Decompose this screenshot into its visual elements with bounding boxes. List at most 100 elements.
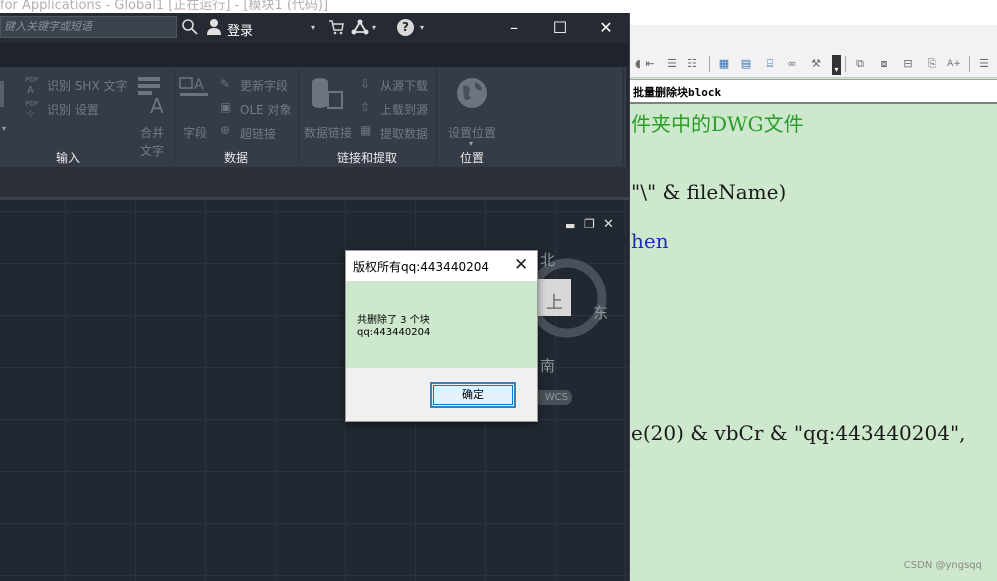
panel-separator xyxy=(298,69,299,163)
edit-icon-1[interactable]: ⧉ xyxy=(853,58,867,70)
title-bar: 键入关键字或短语 登录 ▾ ▾ ? ▾ – ☐ ✕ xyxy=(0,13,629,43)
import-icon[interactable] xyxy=(0,81,4,107)
font-size-icon[interactable]: A+ xyxy=(947,58,961,70)
ribbon: ▾ PDF A 识别 SHX 文字 PDF ⊹ 识别 设置 A 合并 文字 输入… xyxy=(0,67,626,167)
edit-icon-3[interactable]: ⊟ xyxy=(901,58,915,70)
chevron-down-icon[interactable]: ▾ xyxy=(372,23,376,32)
panel-title-link-extract: 链接和提取 xyxy=(337,151,398,165)
document-tab-strip xyxy=(0,167,629,197)
help-icon[interactable]: ? xyxy=(397,19,414,36)
field-icon[interactable]: A xyxy=(179,75,211,117)
vba-window-title: for Applications - Global1 [正在运行] - [模块1… xyxy=(0,0,329,13)
maximize-button[interactable]: ☐ xyxy=(537,13,583,43)
edit-icon-4[interactable]: ⎘ xyxy=(925,58,939,70)
combine-text-icon[interactable]: A xyxy=(136,75,170,115)
recognize-shx-text-button[interactable]: 识别 SHX 文字 xyxy=(47,77,128,94)
autodesk-a360-icon[interactable] xyxy=(351,18,369,36)
toolbar-separator xyxy=(969,56,970,72)
dialog-title: 版权所有qq:443440204 xyxy=(353,260,489,274)
vba-code-editor[interactable]: ◖ ⇤ ☰ ☷ ▦ ▤ ⌸ ∞ ⚒ ▾ ⧉ ⧇ ⊟ ⎘ A+ ☰ 批量删除块bl… xyxy=(629,25,997,581)
code-line-then[interactable]: hen xyxy=(631,229,669,253)
object-browser-icon[interactable]: ⌸ xyxy=(763,58,777,70)
panel-separator xyxy=(623,69,624,163)
svg-text:A: A xyxy=(150,94,164,115)
extract-data-button[interactable]: 提取数据 xyxy=(380,125,428,142)
ribbon-tab-strip xyxy=(0,43,629,67)
ok-button[interactable]: 确定 xyxy=(430,382,516,408)
settings-a-icon: ⊹ xyxy=(27,109,35,119)
combine-text-label-1[interactable]: 合并 xyxy=(140,124,164,141)
viewcube-north-label[interactable]: 北 xyxy=(540,249,555,270)
cart-icon[interactable] xyxy=(328,19,344,35)
update-field-button[interactable]: 更新字段 xyxy=(240,77,288,94)
procedure-label[interactable]: 批量删除块block xyxy=(633,84,721,100)
upload-to-source-button[interactable]: 上载到源 xyxy=(380,101,428,118)
vba-toolbar: ◖ ⇤ ☰ ☷ ▦ ▤ ⌸ ∞ ⚒ ▾ ⧉ ⧇ ⊟ ⎘ A+ ☰ xyxy=(629,25,997,78)
wcs-menu[interactable]: WCS xyxy=(532,390,572,405)
viewcube[interactable]: 北 东 南 上 WCS xyxy=(532,243,612,405)
field-button[interactable]: 字段 xyxy=(183,124,207,141)
align-icon[interactable]: ☰ xyxy=(977,58,991,70)
globe-icon[interactable] xyxy=(455,76,489,110)
toolbox-icon[interactable]: ∞ xyxy=(785,58,799,70)
panel-title-location: 位置 xyxy=(460,151,485,165)
uncomment-icon[interactable]: ☷ xyxy=(685,58,699,70)
message-dialog: 版权所有qq:443440204 ✕ 共删除了 3 个块 qq:44344020… xyxy=(345,250,538,422)
dialog-close-button[interactable]: ✕ xyxy=(514,255,528,275)
user-icon[interactable] xyxy=(206,18,222,36)
login-button[interactable]: 登录 xyxy=(227,20,253,39)
chevron-down-icon[interactable]: ▾ xyxy=(469,139,473,148)
viewcube-east-label[interactable]: 东 xyxy=(593,302,608,323)
combine-text-label-2[interactable]: 文字 xyxy=(140,142,164,159)
code-line-msgbox[interactable]: e(20) & vbCr & "qq:443440204", xyxy=(631,421,966,445)
toolbar-separator xyxy=(845,56,846,72)
code-line-path[interactable]: "\" & fileName) xyxy=(631,180,786,204)
panel-separator xyxy=(436,69,437,163)
wrench-icon[interactable]: ⚒ xyxy=(809,58,823,70)
chevron-down-icon[interactable]: ▾ xyxy=(420,23,424,32)
dialog-body: 共删除了 3 个块 qq:443440204 xyxy=(346,281,537,368)
shx-a-icon: A xyxy=(27,85,34,96)
viewport-close-button[interactable]: ✕ xyxy=(603,217,614,232)
dialog-message-line-2: qq:443440204 xyxy=(357,327,431,338)
ole-object-icon: ▣ xyxy=(220,100,232,114)
edit-icon-2[interactable]: ⧇ xyxy=(877,58,891,70)
pdf-settings-icon[interactable]: PDF xyxy=(25,100,39,108)
recognize-settings-button[interactable]: 识别 设置 xyxy=(47,101,99,118)
viewport-minimize-button[interactable]: ▬ xyxy=(565,219,575,232)
pdf-shx-icon[interactable]: PDF xyxy=(25,76,39,84)
panel-title-data: 数据 xyxy=(224,151,249,165)
extract-data-icon: ▦ xyxy=(360,123,372,137)
viewcube-top-face[interactable]: 上 xyxy=(546,288,563,313)
search-input[interactable]: 键入关键字或短语 xyxy=(0,16,177,38)
download-from-source-button[interactable]: 从源下载 xyxy=(380,77,428,94)
hyperlink-icon: ⊕ xyxy=(220,123,231,137)
toolbar-overflow-icon[interactable]: ▾ xyxy=(832,55,841,75)
viewport-restore-button[interactable]: ❐ xyxy=(584,217,595,231)
dialog-message-line-1: 共删除了 3 个块 xyxy=(357,315,430,326)
panel-separator xyxy=(174,69,175,163)
svg-text:A: A xyxy=(194,77,204,93)
comment-icon[interactable]: ☰ xyxy=(665,58,679,70)
update-field-icon: ✎ xyxy=(220,77,231,91)
module-icon[interactable]: ▤ xyxy=(739,58,753,70)
outdent-icon[interactable]: ⇤ xyxy=(643,58,657,70)
watermark: CSDN @yngsqq xyxy=(903,560,982,571)
chevron-down-icon[interactable]: ▾ xyxy=(2,124,6,133)
panel-title-input: 输入 xyxy=(56,151,81,165)
canvas-border xyxy=(0,197,629,200)
viewcube-south-label[interactable]: 南 xyxy=(540,355,555,376)
ole-object-button[interactable]: OLE 对象 xyxy=(240,101,292,118)
hyperlink-button[interactable]: 超链接 xyxy=(240,125,276,142)
data-link-button[interactable]: 数据链接 xyxy=(304,124,352,141)
download-from-source-icon: ⇩ xyxy=(360,77,371,91)
close-button[interactable]: ✕ xyxy=(583,13,629,43)
upload-to-source-icon: ⇧ xyxy=(360,100,371,114)
procedure-bar: 批量删除块block xyxy=(629,79,997,104)
chevron-down-icon[interactable]: ▾ xyxy=(311,23,315,32)
code-line-comment[interactable]: 件夹中的DWG文件 xyxy=(631,108,804,137)
data-link-icon[interactable] xyxy=(310,74,346,114)
minimize-button[interactable]: – xyxy=(491,13,537,43)
userform-icon[interactable]: ▦ xyxy=(717,58,731,70)
search-icon[interactable] xyxy=(181,18,199,36)
